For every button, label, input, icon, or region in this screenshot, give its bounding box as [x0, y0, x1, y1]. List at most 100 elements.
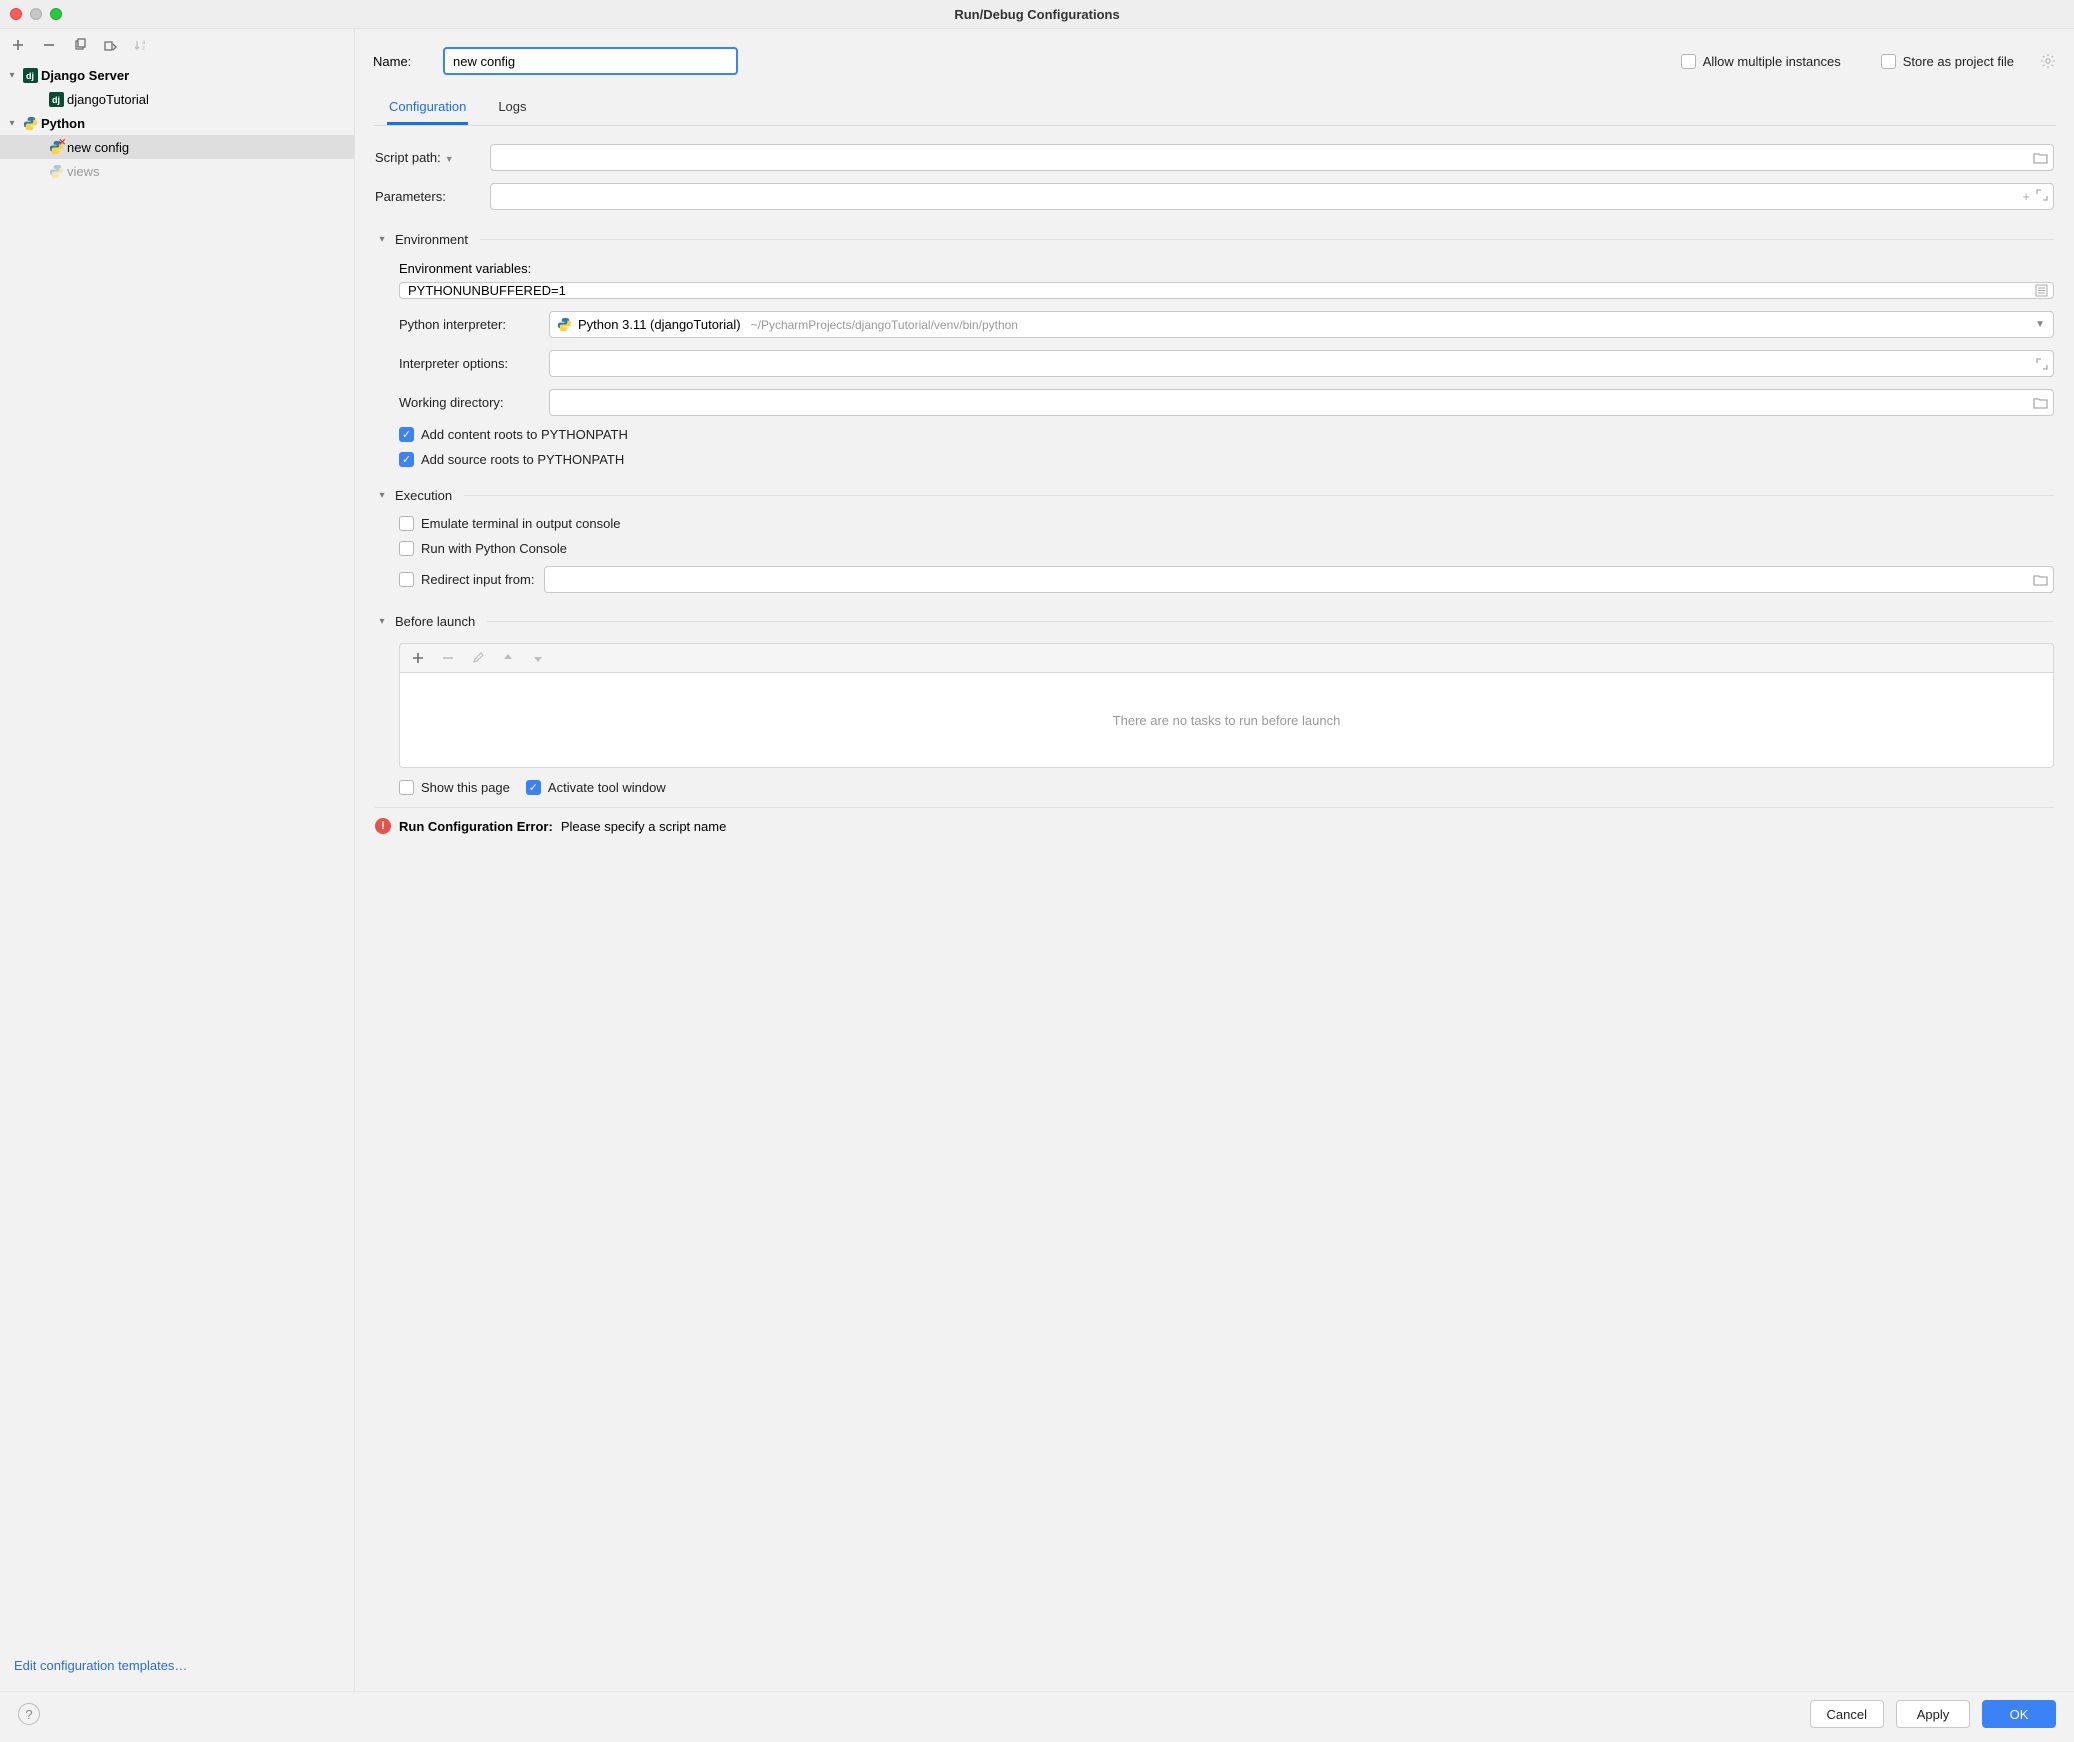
parameters-input[interactable]: + — [490, 183, 2054, 210]
chevron-down-icon: ▾ — [375, 490, 389, 501]
source-roots-checkbox[interactable]: ✓Add source roots to PYTHONPATH — [399, 452, 624, 467]
folder-icon[interactable] — [2033, 573, 2048, 586]
move-down-icon — [530, 650, 546, 666]
sort-alpha-icon[interactable]: az — [134, 37, 150, 53]
cancel-button[interactable]: Cancel — [1810, 1700, 1884, 1728]
tree-group-python[interactable]: ▾ Python — [0, 111, 354, 135]
svg-text:dj: dj — [52, 95, 60, 105]
bottom-bar: ? Cancel Apply OK — [0, 1691, 2074, 1742]
emulate-terminal-checkbox[interactable]: Emulate terminal in output console — [399, 516, 620, 531]
section-execution: ▾Execution Emulate terminal in output co… — [375, 480, 2054, 598]
tree-item-label: djangoTutorial — [67, 92, 149, 107]
folder-icon[interactable] — [2033, 396, 2048, 409]
tree-item-label: new config — [67, 140, 129, 155]
name-label: Name: — [373, 54, 421, 69]
content-panel: Name: Allow multiple instances Store as … — [355, 29, 2074, 1691]
config-form: Script path:▼ Parameters: + ▾Environment… — [373, 126, 2056, 1691]
script-path-input[interactable] — [490, 144, 2054, 171]
tree-group-label: Django Server — [41, 68, 129, 83]
before-launch-empty: There are no tasks to run before launch — [399, 672, 2054, 768]
interp-opts-input[interactable] — [549, 350, 2054, 377]
tree-group-django[interactable]: ▾ dj Django Server — [0, 63, 354, 87]
tree-item-views[interactable]: views — [0, 159, 354, 183]
checkbox-label: Allow multiple instances — [1703, 54, 1841, 69]
store-project-checkbox[interactable]: Store as project file — [1881, 54, 2014, 69]
section-head-exec[interactable]: ▾Execution — [375, 480, 2054, 511]
chevron-down-icon[interactable]: ▼ — [445, 154, 454, 164]
add-config-icon[interactable] — [10, 37, 26, 53]
run-python-console-checkbox[interactable]: Run with Python Console — [399, 541, 567, 556]
env-vars-input[interactable]: PYTHONUNBUFFERED=1 — [399, 282, 2054, 299]
gear-icon[interactable] — [2040, 53, 2056, 69]
close-window-button[interactable] — [10, 8, 22, 20]
django-icon: dj — [48, 91, 64, 107]
interp-opts-label: Interpreter options: — [399, 356, 539, 371]
section-head-env[interactable]: ▾Environment — [375, 224, 2054, 255]
error-badge-icon: ✕ — [58, 137, 66, 148]
expand-icon[interactable] — [2036, 358, 2048, 370]
edit-task-icon — [470, 650, 486, 666]
save-config-icon[interactable] — [103, 37, 119, 53]
chevron-down-icon: ▾ — [375, 234, 389, 245]
activate-tool-window-checkbox[interactable]: ✓Activate tool window — [526, 780, 666, 795]
redirect-input-field[interactable] — [544, 566, 2054, 593]
interpreter-label: Python interpreter: — [399, 317, 539, 332]
checkbox-label: Store as project file — [1903, 54, 2014, 69]
edit-templates-link[interactable]: Edit configuration templates… — [14, 1658, 187, 1673]
tree-item-label: views — [67, 164, 100, 179]
tab-logs[interactable]: Logs — [496, 93, 528, 125]
content-roots-checkbox[interactable]: ✓Add content roots to PYTHONPATH — [399, 427, 628, 442]
add-task-icon[interactable] — [410, 650, 426, 666]
chevron-down-icon: ▼ — [2035, 319, 2045, 330]
env-vars-row: Environment variables: PYTHONUNBUFFERED=… — [399, 255, 2054, 305]
before-launch-toolbar — [399, 643, 2054, 672]
django-icon: dj — [22, 67, 38, 83]
python-icon — [48, 163, 64, 179]
python-icon: ✕ — [48, 139, 64, 155]
remove-config-icon[interactable] — [41, 37, 57, 53]
remove-task-icon — [440, 650, 456, 666]
workdir-label: Working directory: — [399, 395, 539, 410]
chevron-down-icon: ▾ — [375, 616, 389, 627]
tree-item-djangotutorial[interactable]: dj djangoTutorial — [0, 87, 354, 111]
copy-config-icon[interactable] — [72, 37, 88, 53]
chevron-down-icon: ▾ — [5, 118, 19, 129]
tab-configuration[interactable]: Configuration — [387, 93, 468, 125]
section-environment: ▾Environment Environment variables: PYTH… — [375, 224, 2054, 472]
sidebar: az ▾ dj Django Server dj djangoTutorial … — [0, 29, 355, 1691]
tabs: Configuration Logs — [373, 83, 2056, 126]
workdir-row: Working directory: — [399, 383, 2054, 422]
interpreter-dropdown[interactable]: Python 3.11 (djangoTutorial) ~/PycharmPr… — [549, 311, 2054, 338]
config-tree: ▾ dj Django Server dj djangoTutorial ▾ P… — [0, 61, 354, 183]
error-message: Please specify a script name — [561, 819, 726, 834]
section-head-before[interactable]: ▾Before launch — [375, 606, 2054, 637]
zoom-window-button[interactable] — [50, 8, 62, 20]
allow-multiple-checkbox[interactable]: Allow multiple instances — [1681, 54, 1841, 69]
name-row: Name: Allow multiple instances Store as … — [373, 29, 2056, 83]
interpreter-name: Python 3.11 (djangoTutorial) — [578, 317, 741, 332]
redirect-input-checkbox[interactable]: Redirect input from: — [399, 572, 534, 587]
interpreter-path: ~/PycharmProjects/djangoTutorial/venv/bi… — [751, 318, 1018, 332]
add-icon[interactable]: + — [2022, 189, 2030, 204]
folder-icon[interactable] — [2033, 151, 2048, 164]
titlebar: Run/Debug Configurations — [0, 0, 2074, 29]
expand-icon[interactable] — [2036, 189, 2048, 204]
interp-opts-row: Interpreter options: — [399, 344, 2054, 383]
window-title: Run/Debug Configurations — [0, 7, 2074, 22]
apply-button[interactable]: Apply — [1896, 1700, 1970, 1728]
chevron-down-icon: ▾ — [5, 70, 19, 81]
list-icon[interactable] — [2035, 284, 2048, 297]
show-this-page-checkbox[interactable]: Show this page — [399, 780, 510, 795]
svg-text:dj: dj — [26, 71, 34, 81]
move-up-icon — [500, 650, 516, 666]
name-input[interactable] — [443, 47, 738, 75]
parameters-row: Parameters: + — [375, 177, 2054, 216]
error-icon: ! — [375, 818, 391, 834]
ok-button[interactable]: OK — [1982, 1700, 2056, 1728]
window-traffic-lights — [0, 8, 62, 20]
sidebar-footer: Edit configuration templates… — [0, 1648, 354, 1691]
workdir-input[interactable] — [549, 389, 2054, 416]
python-icon — [556, 317, 572, 333]
tree-item-new-config[interactable]: ✕ new config — [0, 135, 354, 159]
help-button[interactable]: ? — [18, 1703, 40, 1725]
